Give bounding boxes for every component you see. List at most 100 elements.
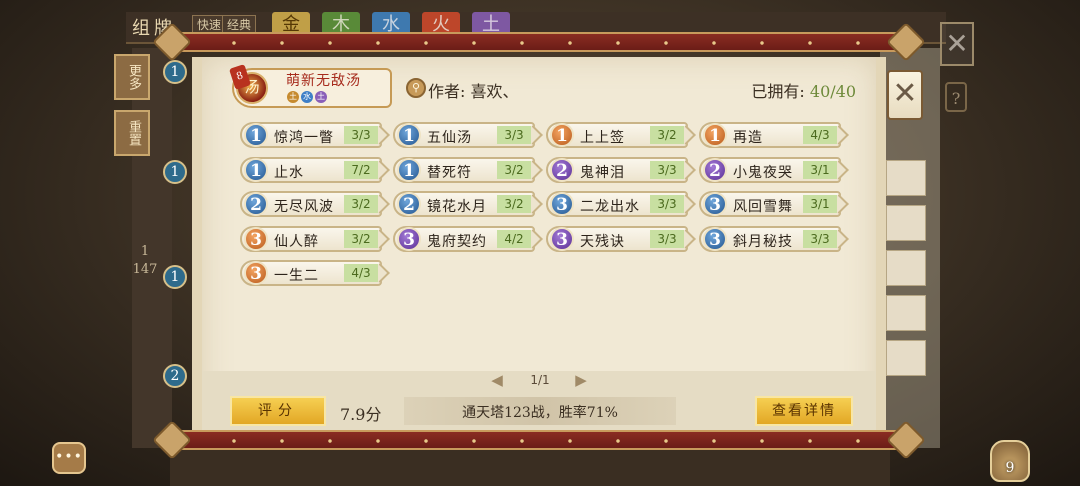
card-quantity: 3/3: [344, 126, 378, 144]
page-indicator: 1/1: [530, 373, 550, 387]
more-button[interactable]: 更多: [114, 54, 150, 100]
right-slot: [886, 295, 926, 331]
reset-button[interactable]: 重置: [114, 110, 150, 156]
card-cost: 3: [397, 226, 421, 251]
card-cost: 1: [703, 123, 727, 147]
card-quantity: 3/2: [344, 195, 378, 213]
card-chip[interactable]: 1 惊鸿一瞥 3/3: [240, 122, 382, 148]
card-chip[interactable]: 3 鬼府契约 4/2: [393, 225, 535, 252]
card-chip[interactable]: 2 镜花水月 3/2: [393, 191, 535, 217]
close-icon[interactable]: ✕: [940, 22, 974, 66]
right-slot: [886, 160, 926, 196]
element-water-icon: 水: [301, 91, 313, 103]
cost-circle: 2: [163, 364, 187, 388]
card-cost: 1: [397, 157, 421, 182]
card-chip[interactable]: 3 斜月秘技 3/3: [699, 225, 841, 252]
card-name: 止水: [274, 164, 304, 181]
card-chip[interactable]: 3 风回雪舞 3/1: [699, 191, 841, 217]
card-chip[interactable]: 2 鬼神泪 3/3: [546, 156, 688, 183]
card-quantity: 4/2: [497, 229, 531, 248]
card-quantity: 7/2: [344, 160, 378, 179]
card-chip[interactable]: 1 上上签 3/2: [546, 122, 688, 148]
card-cost: 2: [397, 192, 421, 216]
card-cost: 3: [703, 192, 727, 216]
help-icon[interactable]: ?: [945, 82, 967, 112]
chat-icon[interactable]: •••: [52, 442, 86, 474]
card-name: 风回雪舞: [733, 199, 793, 215]
card-cost: 2: [244, 192, 268, 216]
tower-record: 通天塔123战，胜率71%: [462, 405, 618, 421]
card-quantity: 4/3: [803, 126, 837, 144]
card-chip[interactable]: 2 无尽风波 3/2: [240, 191, 382, 217]
card-cost: 2: [703, 157, 727, 182]
element-earth-icon: 土: [315, 91, 327, 103]
element-earth-icon: 土: [287, 91, 299, 103]
card-cost: 1: [244, 123, 268, 147]
card-name: 再造: [733, 130, 763, 146]
card-quantity: 3/3: [497, 126, 531, 144]
rating-value: 7.9分: [340, 405, 382, 424]
deck-name: 萌新无敌汤: [286, 73, 361, 89]
card-cost: 1: [550, 123, 574, 147]
card-name: 鬼府契约: [427, 233, 487, 250]
card-name: 镜花水月: [427, 199, 487, 215]
page-current: 1: [140, 244, 150, 259]
card-chip[interactable]: 1 五仙汤 3/3: [393, 122, 535, 148]
card-chip[interactable]: 3 二龙出水 3/3: [546, 191, 688, 217]
right-slot: [886, 250, 926, 286]
owned-count: 已拥有: 40/40: [751, 78, 856, 102]
card-name: 五仙汤: [427, 130, 472, 146]
card-name: 小鬼夜哭: [733, 164, 793, 181]
card-chip[interactable]: 1 替死符 3/2: [393, 156, 535, 183]
card-chip[interactable]: 3 一生二 4/3: [240, 260, 382, 286]
next-page-icon[interactable]: ▶: [570, 372, 592, 388]
card-cost: 1: [397, 123, 421, 147]
card-cost: 3: [244, 261, 268, 285]
card-name: 二龙出水: [580, 199, 640, 215]
view-details-button[interactable]: 查看详情: [755, 396, 853, 426]
deck-elements: 土 水 土: [287, 91, 327, 103]
rating-label: 评分: [230, 396, 326, 426]
author-label: 作者: 喜欢、: [428, 82, 519, 101]
card-quantity: 3/3: [650, 229, 684, 248]
card-quantity: 3/3: [650, 160, 684, 179]
card-name: 鬼神泪: [580, 164, 625, 181]
card-cost: 3: [550, 192, 574, 216]
close-icon[interactable]: ✕: [887, 70, 923, 120]
card-chip[interactable]: 2 小鬼夜哭 3/1: [699, 156, 841, 183]
card-quantity: 3/3: [803, 229, 837, 248]
card-quantity: 3/3: [650, 195, 684, 213]
cost-circle: 1: [163, 160, 187, 184]
card-name: 天残诀: [580, 233, 625, 250]
scroll-rod-top: [152, 22, 926, 62]
card-cost: 3: [550, 226, 574, 251]
card-name: 替死符: [427, 164, 472, 181]
scroll-rod-bottom: [152, 420, 926, 460]
owned-value: 40/40: [809, 82, 856, 101]
bottom-bar: [170, 446, 890, 486]
card-chip[interactable]: 3 天残诀 3/3: [546, 225, 688, 252]
card-chip[interactable]: 3 仙人醉 3/2: [240, 225, 382, 252]
card-chip[interactable]: 1 止水 7/2: [240, 156, 382, 183]
cost-circle: 1: [163, 265, 187, 289]
card-name: 惊鸿一瞥: [274, 130, 334, 146]
card-quantity: 3/2: [650, 126, 684, 144]
card-chip[interactable]: 1 再造 4/3: [699, 122, 841, 148]
right-slot: [886, 205, 926, 241]
card-quantity: 3/2: [344, 229, 378, 248]
card-name: 仙人醉: [274, 233, 319, 250]
card-quantity: 3/1: [803, 160, 837, 179]
card-quantity: 3/2: [497, 195, 531, 213]
right-slot: [886, 340, 926, 376]
card-quantity: 3/2: [497, 160, 531, 179]
card-quantity: 4/3: [344, 264, 378, 282]
search-icon[interactable]: ⚲: [406, 78, 426, 98]
card-cost: 1: [244, 157, 268, 182]
card-cost: 3: [244, 226, 268, 251]
card-quantity: 3/1: [803, 195, 837, 213]
card-name: 一生二: [274, 268, 319, 284]
page-total: 147: [132, 262, 158, 277]
pouch-count: 9: [1005, 460, 1015, 476]
card-name: 上上签: [580, 130, 625, 146]
prev-page-icon[interactable]: ◀: [486, 372, 508, 388]
